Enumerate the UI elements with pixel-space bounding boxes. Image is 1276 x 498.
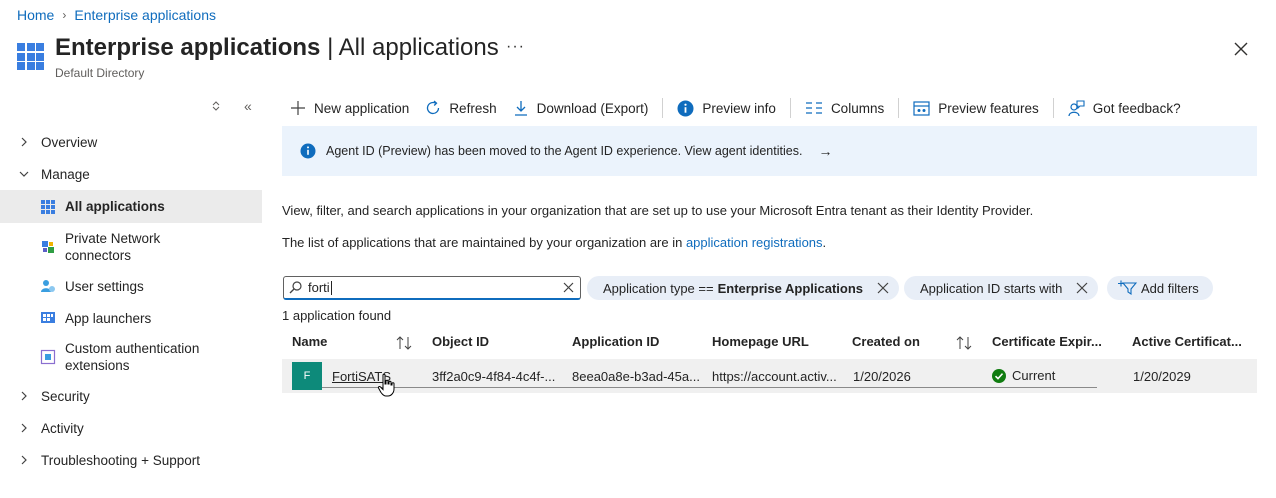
- row-focus-underline: [322, 387, 1097, 388]
- chevron-right-icon: ›: [62, 8, 67, 22]
- clear-search-icon[interactable]: [563, 282, 574, 293]
- feedback-icon: [1068, 99, 1085, 116]
- checkmark-circle-icon: [992, 368, 1006, 383]
- extension-icon: [40, 349, 56, 365]
- info-banner: Agent ID (Preview) has been moved to the…: [282, 126, 1257, 176]
- sort-icon[interactable]: [396, 336, 412, 350]
- page-subtitle: Default Directory: [55, 66, 145, 80]
- breadcrumb-current-link[interactable]: Enterprise applications: [74, 7, 216, 23]
- refresh-icon: [427, 100, 440, 115]
- chevron-right-icon: [21, 423, 27, 433]
- columns-icon: [805, 102, 822, 114]
- page-title: Enterprise applications | All applicatio…: [55, 34, 499, 61]
- network-connector-icon: [42, 240, 54, 253]
- grid-icon: [41, 199, 55, 214]
- enterprise-apps-grid-icon: [17, 43, 44, 70]
- application-id-cell: 8eea0a8e-b3ad-45a...: [572, 369, 700, 384]
- sidebar-item-security[interactable]: Security: [0, 380, 262, 412]
- got-feedback-button[interactable]: Got feedback?: [1060, 96, 1189, 120]
- collapse-sidebar-icon[interactable]: «: [244, 98, 252, 114]
- chevron-down-icon: [19, 171, 29, 177]
- search-input[interactable]: forti: [283, 276, 581, 300]
- info-icon: [300, 143, 316, 159]
- banner-text[interactable]: Agent ID (Preview) has been moved to the…: [326, 144, 802, 158]
- sidebar-item-troubleshooting[interactable]: Troubleshooting + Support: [0, 444, 262, 476]
- toolbar-divider: [789, 98, 791, 118]
- sidebar-item-user-settings[interactable]: User settings: [0, 270, 262, 302]
- new-application-button[interactable]: New application: [282, 96, 417, 120]
- column-header-application-id[interactable]: Application ID: [572, 334, 659, 349]
- registrations-note: The list of applications that are mainta…: [282, 235, 827, 250]
- column-header-object-id[interactable]: Object ID: [432, 334, 489, 349]
- app-launcher-icon: [41, 312, 55, 323]
- toolbar-divider: [1052, 98, 1054, 118]
- breadcrumb-home-link[interactable]: Home: [17, 7, 54, 23]
- object-id-cell: 3ff2a0c9-4f84-4c4f-...: [432, 369, 556, 384]
- info-icon: [677, 100, 694, 116]
- column-header-created-on[interactable]: Created on: [852, 334, 920, 349]
- column-header-certificate-expiry[interactable]: Certificate Expir...: [992, 334, 1102, 349]
- created-on-cell: 1/20/2026: [853, 369, 911, 384]
- table-row[interactable]: F FortiSATS 3ff2a0c9-4f84-4c4f-... 8eea0…: [282, 359, 1257, 393]
- download-export-button[interactable]: Download (Export): [505, 96, 657, 120]
- chevron-right-icon: [21, 391, 27, 401]
- arrow-right-icon[interactable]: →: [818, 143, 832, 159]
- application-registrations-link[interactable]: application registrations: [686, 235, 823, 250]
- preview-info-button[interactable]: Preview info: [669, 96, 784, 120]
- column-header-active-certificate[interactable]: Active Certificat...: [1132, 334, 1242, 349]
- add-filters-button[interactable]: Add filters: [1107, 276, 1213, 300]
- sidebar-item-all-applications[interactable]: All applications: [0, 190, 262, 223]
- certificate-status-cell: Current: [992, 368, 1055, 383]
- chevron-right-icon: [21, 137, 27, 147]
- sidebar-item-manage[interactable]: Manage: [0, 158, 262, 190]
- preview-features-button[interactable]: Preview features: [905, 96, 1047, 120]
- close-icon[interactable]: [1232, 40, 1250, 58]
- remove-filter-icon[interactable]: [877, 282, 889, 294]
- sidebar-item-app-launchers[interactable]: App launchers: [0, 302, 262, 334]
- filter-pill-application-id[interactable]: Application ID starts with: [904, 276, 1099, 300]
- column-header-name[interactable]: Name: [292, 334, 327, 349]
- app-avatar: F: [292, 362, 322, 390]
- breadcrumb: Home › Enterprise applications: [17, 7, 216, 23]
- search-icon: [289, 281, 302, 294]
- sidebar-item-private-network-connectors[interactable]: Private Network connectors: [0, 223, 262, 270]
- filter-pill-application-type[interactable]: Application type == Enterprise Applicati…: [587, 276, 900, 300]
- homepage-url-cell: https://account.activ...: [712, 369, 837, 384]
- chevron-right-icon: [21, 455, 27, 465]
- download-icon: [514, 101, 527, 116]
- sidebar: Overview Manage All applications Private…: [0, 126, 262, 476]
- remove-filter-icon[interactable]: [1076, 282, 1088, 294]
- refresh-button[interactable]: Refresh: [417, 96, 504, 120]
- active-certificate-cell: 1/20/2029: [1133, 369, 1191, 384]
- columns-button[interactable]: Columns: [797, 96, 892, 120]
- hand-pointer-cursor-icon: [377, 373, 395, 397]
- column-header-homepage-url[interactable]: Homepage URL: [712, 334, 809, 349]
- plus-icon: [291, 101, 305, 115]
- table-header: Name Object ID Application ID Homepage U…: [282, 330, 1257, 356]
- command-bar: New application Refresh Download (Export…: [282, 96, 1189, 120]
- results-count: 1 application found: [282, 308, 392, 323]
- preview-features-icon: [913, 100, 930, 116]
- sort-sidebar-icon[interactable]: [211, 100, 221, 112]
- user-settings-icon: [41, 280, 55, 292]
- toolbar-divider: [898, 98, 900, 118]
- sidebar-item-custom-authentication-extensions[interactable]: Custom authentication extensions: [0, 334, 262, 380]
- toolbar-divider: [662, 98, 664, 118]
- more-options-button[interactable]: ···: [506, 38, 525, 56]
- page-description: View, filter, and search applications in…: [282, 203, 1034, 218]
- add-filter-icon: [1118, 280, 1137, 296]
- sort-icon[interactable]: [956, 336, 972, 350]
- sidebar-item-overview[interactable]: Overview: [0, 126, 262, 158]
- sidebar-item-activity[interactable]: Activity: [0, 412, 262, 444]
